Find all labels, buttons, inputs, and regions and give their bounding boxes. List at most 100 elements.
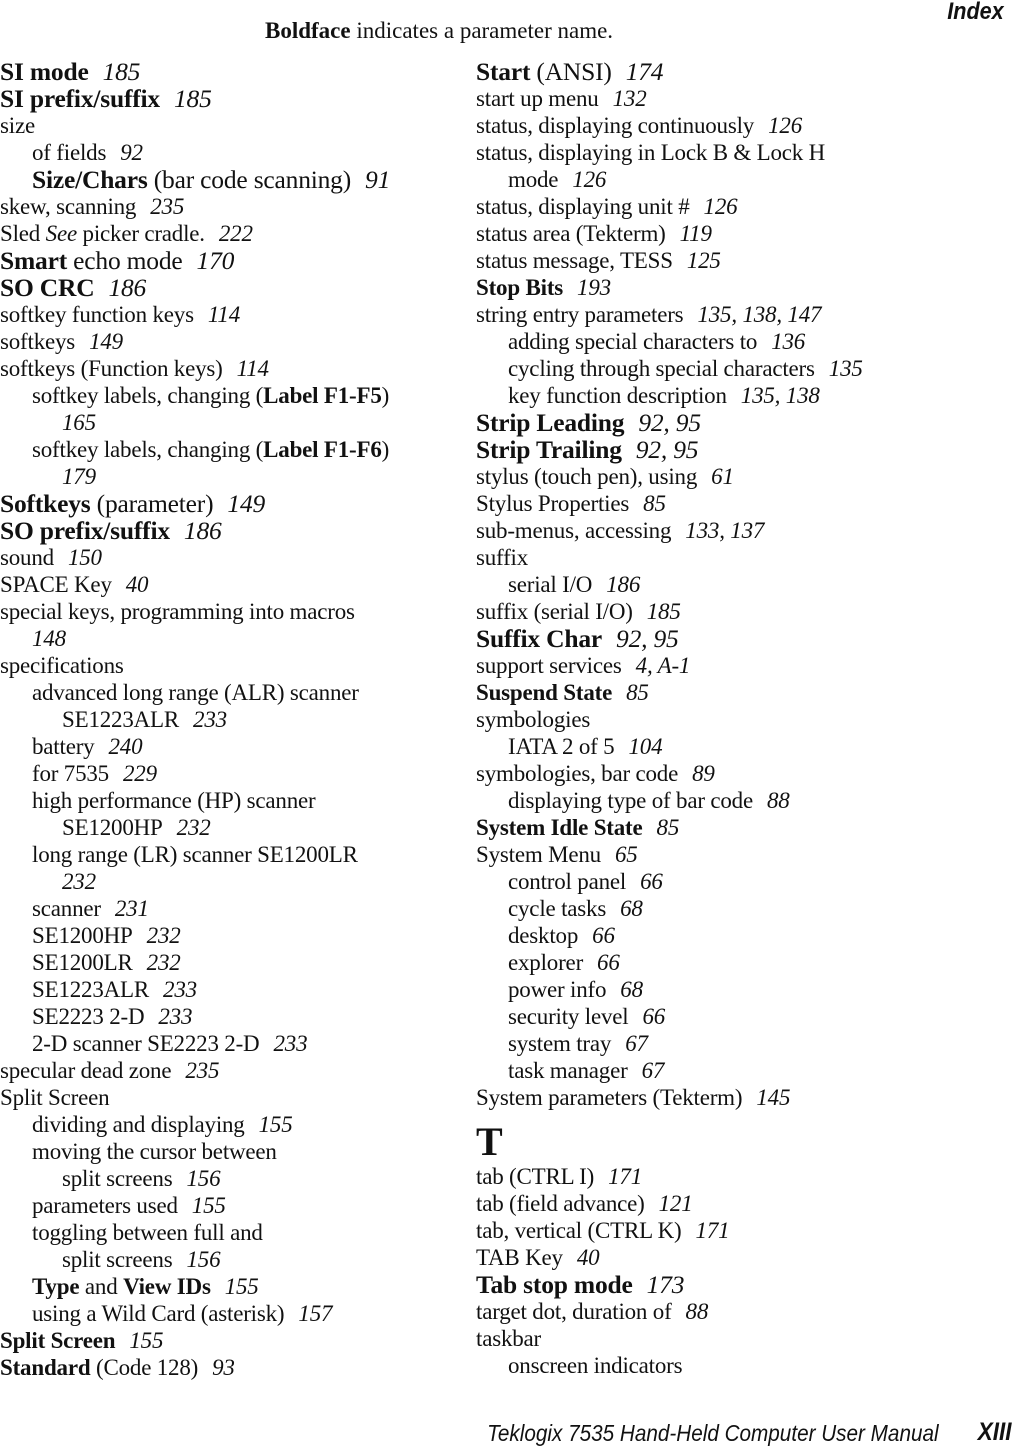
page-reference[interactable]: 135, 138 xyxy=(741,383,820,408)
page-reference[interactable]: 235 xyxy=(185,1058,219,1083)
parameter-name: Split Screen xyxy=(0,1328,116,1353)
page-reference[interactable]: 149 xyxy=(89,329,123,354)
page-reference[interactable]: 66 xyxy=(597,950,620,975)
page-reference[interactable]: 165 xyxy=(62,410,96,435)
page-reference[interactable]: 232 xyxy=(147,950,181,975)
page-reference[interactable]: 155 xyxy=(225,1274,259,1299)
page-reference[interactable]: 232 xyxy=(147,923,181,948)
index-entry: stylus (touch pen), using 61 xyxy=(476,463,1006,490)
page-reference[interactable]: 185 xyxy=(647,599,681,624)
page-reference[interactable]: 93 xyxy=(212,1355,235,1380)
page-reference[interactable]: 233 xyxy=(163,977,197,1002)
page-reference[interactable]: 185 xyxy=(174,84,212,113)
page-reference[interactable]: 156 xyxy=(186,1247,220,1272)
page-reference[interactable]: 40 xyxy=(577,1245,600,1270)
page-reference[interactable]: 66 xyxy=(640,869,663,894)
page-reference[interactable]: 88 xyxy=(767,788,790,813)
page-reference[interactable]: 132 xyxy=(613,86,647,111)
page-reference[interactable]: 232 xyxy=(177,815,211,840)
index-subentry: onscreen indicators xyxy=(476,1352,1006,1379)
page-reference[interactable]: 171 xyxy=(696,1218,730,1243)
index-entry: start up menu 132 xyxy=(476,85,1006,112)
page-reference[interactable]: 61 xyxy=(711,464,734,489)
index-entry: Smart echo mode 170 xyxy=(0,247,460,274)
page-reference[interactable]: 89 xyxy=(692,761,715,786)
page-reference[interactable]: 126 xyxy=(768,113,802,138)
entry-text: SPACE Key xyxy=(0,572,112,597)
page-reference[interactable]: 65 xyxy=(615,842,638,867)
entry-text: Split Screen xyxy=(0,1085,110,1110)
page-reference[interactable]: 68 xyxy=(620,977,643,1002)
page-reference[interactable]: 148 xyxy=(32,626,66,651)
page-reference[interactable]: 235 xyxy=(150,194,184,219)
entry-text: (Code 128) xyxy=(90,1355,199,1380)
page-reference[interactable]: 233 xyxy=(158,1004,192,1029)
page-reference[interactable]: 173 xyxy=(647,1270,685,1299)
page-reference[interactable]: 185 xyxy=(103,57,141,86)
page-reference[interactable]: 91 xyxy=(365,165,390,194)
page-reference[interactable]: 92, 95 xyxy=(636,435,699,464)
page-reference[interactable]: 92, 95 xyxy=(638,408,701,437)
entry-text: of fields xyxy=(32,140,107,165)
page-reference[interactable]: 68 xyxy=(620,896,643,921)
page-reference[interactable]: 92 xyxy=(120,140,143,165)
parameter-name: System Idle State xyxy=(476,815,643,840)
page-reference[interactable]: 135, 138, 147 xyxy=(697,302,821,327)
page-reference[interactable]: 85 xyxy=(657,815,680,840)
index-subentry: system tray 67 xyxy=(476,1030,1006,1057)
page-reference[interactable]: 150 xyxy=(68,545,102,570)
entry-text: softkeys xyxy=(0,329,76,354)
page-reference[interactable]: 104 xyxy=(628,734,662,759)
legend-bold-word: Boldface xyxy=(265,18,351,43)
page-reference[interactable]: 186 xyxy=(184,516,222,545)
page-reference[interactable]: 170 xyxy=(197,246,235,275)
page-reference[interactable]: 66 xyxy=(592,923,615,948)
entry-text: suffix xyxy=(476,545,529,570)
index-subentry: SE1200HP 232 xyxy=(0,922,460,949)
page-reference[interactable]: 4, A-1 xyxy=(636,653,691,678)
page-reference[interactable]: 126 xyxy=(704,194,738,219)
page-reference[interactable]: 135 xyxy=(829,356,863,381)
page-reference[interactable]: 149 xyxy=(227,489,265,518)
page-reference[interactable]: 145 xyxy=(756,1085,790,1110)
page-reference[interactable]: 233 xyxy=(273,1031,307,1056)
page-reference[interactable]: 222 xyxy=(219,221,253,246)
entry-text: symbologies xyxy=(476,707,591,732)
page-reference[interactable]: 186 xyxy=(108,273,146,302)
page-reference[interactable]: 92, 95 xyxy=(616,624,679,653)
index-subentry: SE1223ALR 233 xyxy=(0,706,460,733)
page-reference[interactable]: 133, 137 xyxy=(685,518,764,543)
page-reference[interactable]: 155 xyxy=(129,1328,163,1353)
page-reference[interactable]: 119 xyxy=(680,221,712,246)
page-reference[interactable]: 229 xyxy=(123,761,157,786)
page-reference[interactable]: 66 xyxy=(642,1004,665,1029)
page-reference[interactable]: 67 xyxy=(625,1031,648,1056)
entry-text: SE1223ALR xyxy=(32,977,150,1002)
page-reference[interactable]: 174 xyxy=(626,57,664,86)
page-reference[interactable]: 171 xyxy=(608,1164,642,1189)
page-reference[interactable]: 155 xyxy=(192,1193,226,1218)
page-reference[interactable]: 233 xyxy=(193,707,227,732)
page-reference[interactable]: 125 xyxy=(687,248,721,273)
page-reference[interactable]: 67 xyxy=(642,1058,665,1083)
page-reference[interactable]: 157 xyxy=(298,1301,332,1326)
page-reference[interactable]: 240 xyxy=(108,734,142,759)
page-reference[interactable]: 121 xyxy=(659,1191,693,1216)
page-reference[interactable]: 136 xyxy=(771,329,805,354)
index-subentry: softkey labels, changing (Label F1-F5) xyxy=(0,382,460,409)
page-reference[interactable]: 193 xyxy=(577,275,611,300)
page-reference[interactable]: 156 xyxy=(186,1166,220,1191)
page-reference[interactable]: 186 xyxy=(606,572,640,597)
page-reference[interactable]: 85 xyxy=(643,491,666,516)
page-reference[interactable]: 40 xyxy=(126,572,149,597)
page-reference[interactable]: 114 xyxy=(208,302,240,327)
page-reference[interactable]: 232 xyxy=(62,869,96,894)
page-reference[interactable]: 114 xyxy=(237,356,269,381)
page-reference[interactable]: 155 xyxy=(259,1112,293,1137)
page-reference[interactable]: 88 xyxy=(686,1299,709,1324)
page-reference[interactable]: 126 xyxy=(572,167,606,192)
entry-text: advanced long range (ALR) scanner xyxy=(32,680,359,705)
page-reference[interactable]: 231 xyxy=(115,896,149,921)
page-reference[interactable]: 85 xyxy=(626,680,649,705)
page-reference[interactable]: 179 xyxy=(62,464,96,489)
